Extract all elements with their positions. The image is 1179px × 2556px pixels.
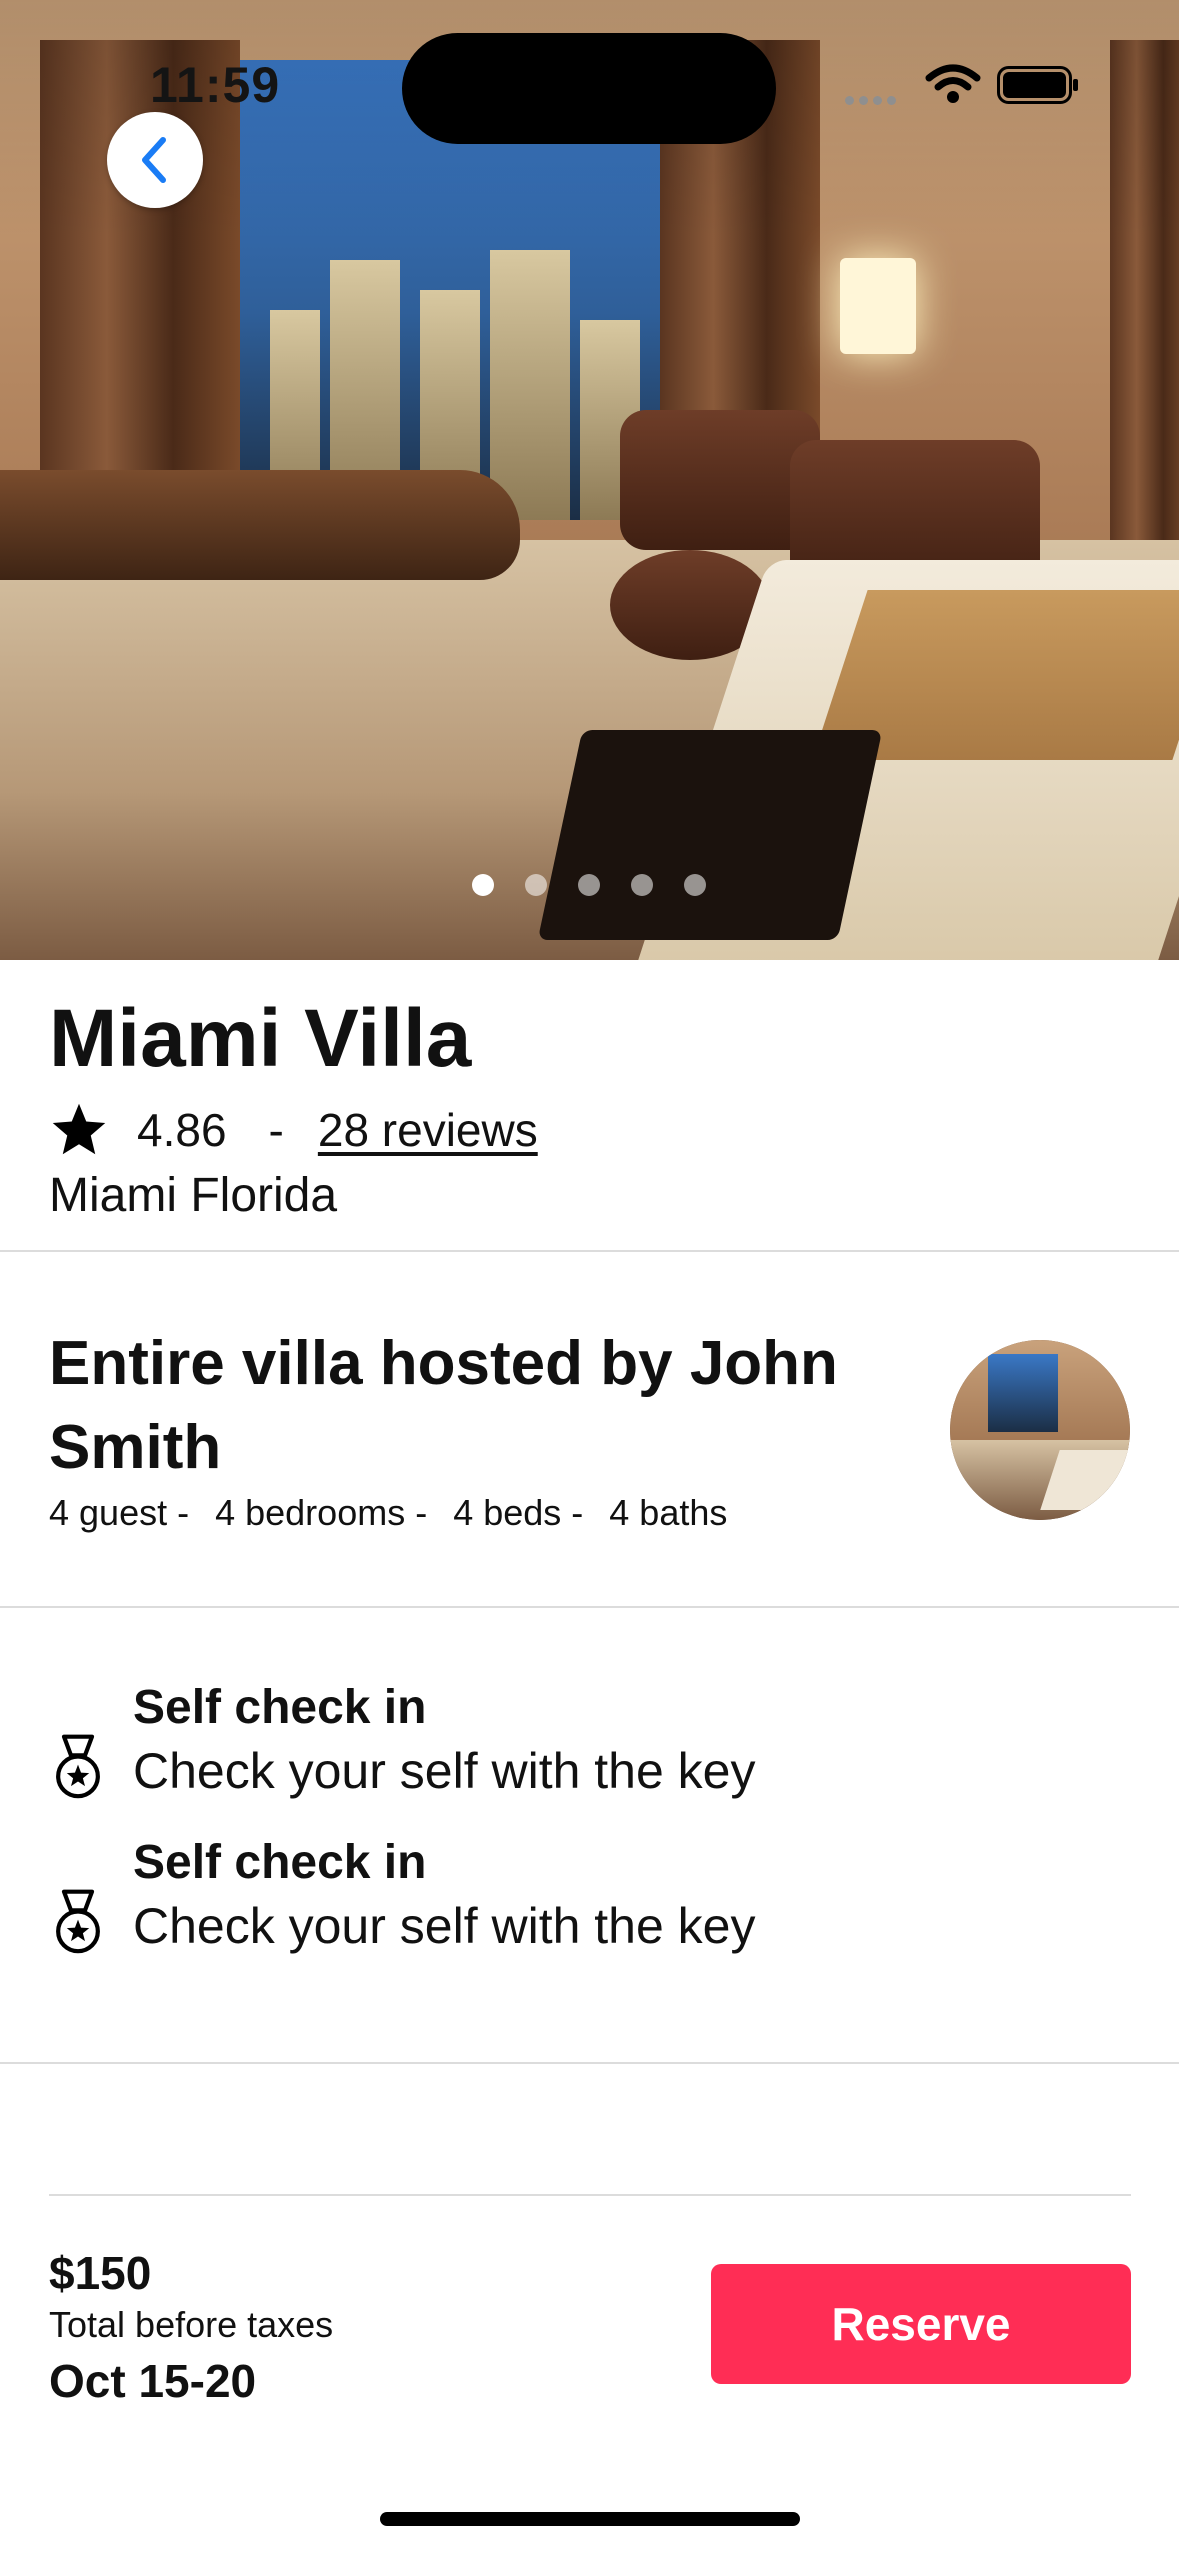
star-icon	[52, 1103, 106, 1155]
stay-dates[interactable]: Oct 15-20	[49, 2354, 256, 2408]
listing-title: Miami Villa	[49, 993, 472, 1084]
signal-icon	[845, 96, 854, 105]
feature-title: Self check in	[133, 1681, 427, 1734]
gallery-page-indicator[interactable]	[472, 874, 712, 896]
host-avatar[interactable]	[950, 1340, 1130, 1520]
divider	[0, 2062, 1179, 2064]
listing-location: Miami Florida	[49, 1169, 338, 1222]
divider	[0, 1606, 1179, 1608]
signal-icon	[873, 96, 882, 105]
spec-beds: 4 beds -	[453, 1492, 584, 1533]
feature-title: Self check in	[133, 1836, 427, 1889]
reserve-button[interactable]: Reserve	[711, 2264, 1131, 2384]
page-dot[interactable]	[525, 874, 547, 896]
price: $150	[49, 2247, 152, 2299]
feature-item: Self check in Check your self with the k…	[49, 1680, 1129, 1820]
page-dot[interactable]	[631, 874, 653, 896]
medal-icon	[56, 1734, 100, 1799]
battery-icon	[997, 66, 1078, 104]
status-icons	[845, 60, 1085, 110]
rating-separator: -	[268, 1104, 284, 1156]
signal-icon	[859, 96, 868, 105]
dynamic-island	[402, 33, 776, 144]
host-title: Entire villa hosted by John Smith	[49, 1329, 838, 1482]
chevron-left-icon	[142, 137, 166, 183]
page-dot[interactable]	[578, 874, 600, 896]
page-dot[interactable]	[472, 874, 494, 896]
footer-divider	[49, 2194, 1131, 2196]
status-time: 11:59	[150, 57, 281, 113]
page-dot[interactable]	[684, 874, 706, 896]
feature-subtitle: Check your self with the key	[133, 1898, 756, 1954]
medal-icon	[56, 1889, 100, 1954]
host-specs: 4 guest - 4 bedrooms - 4 beds - 4 baths	[49, 1492, 753, 1534]
feature-subtitle: Check your self with the key	[133, 1743, 756, 1799]
spec-guests: 4 guest -	[49, 1492, 190, 1533]
rating-row: 4.86 - 28 reviews	[49, 1100, 538, 1160]
avatar-window	[988, 1354, 1058, 1432]
divider	[0, 1250, 1179, 1252]
spec-baths: 4 baths	[609, 1492, 728, 1533]
feature-item: Self check in Check your self with the k…	[49, 1835, 1129, 1975]
price-note: Total before taxes	[49, 2304, 334, 2345]
spec-bedrooms: 4 bedrooms -	[215, 1492, 428, 1533]
reviews-link[interactable]: 28 reviews	[318, 1103, 538, 1157]
back-button[interactable]	[107, 112, 203, 208]
home-indicator[interactable]	[380, 2512, 800, 2526]
wifi-icon	[925, 64, 981, 103]
signal-icon	[887, 96, 896, 105]
rating-value: 4.86	[137, 1104, 227, 1156]
